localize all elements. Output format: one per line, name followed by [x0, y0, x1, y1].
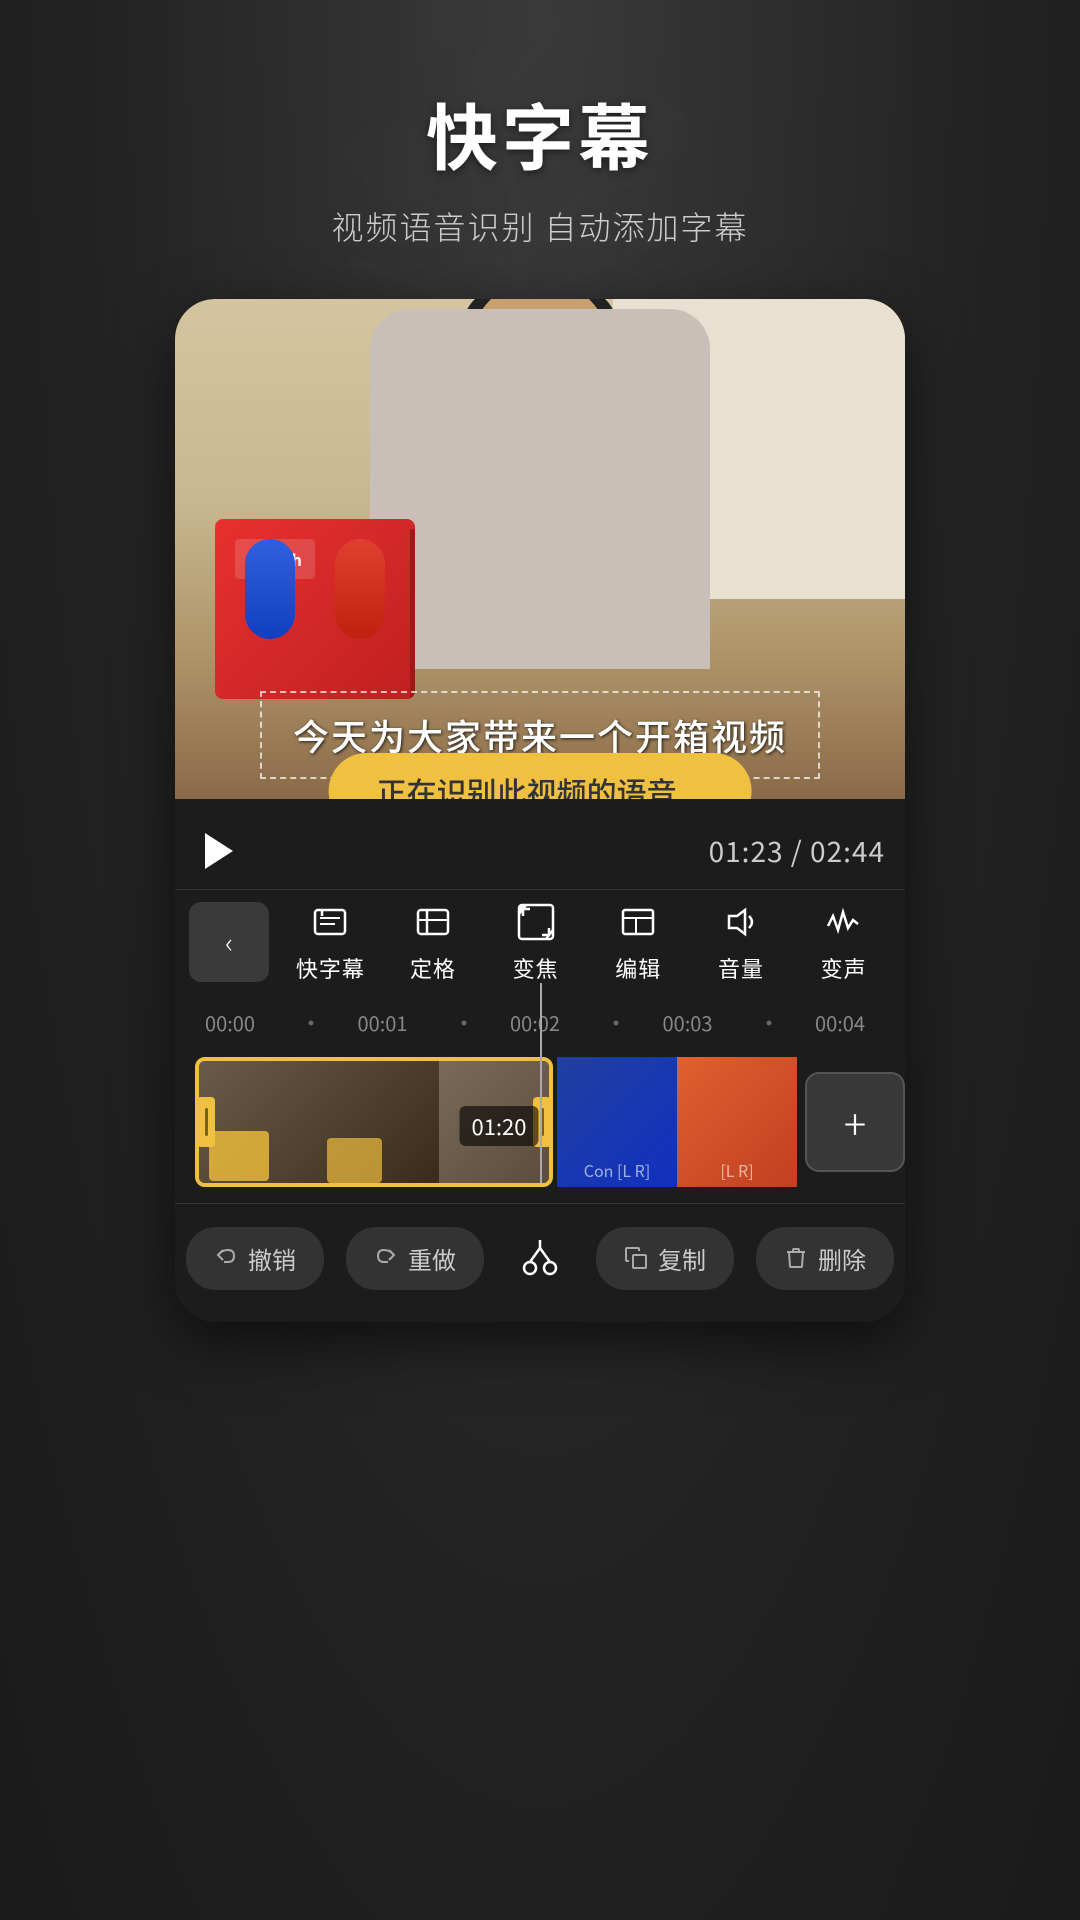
video-preview: Switch 今天为大家带来一个开箱视频 正在识别此视频的语音... — [175, 299, 905, 799]
back-icon: ‹ — [225, 922, 233, 962]
play-button[interactable] — [195, 829, 239, 873]
toolbar-item-volume[interactable]: 音量 — [701, 900, 781, 984]
controls-bar: 01:23 / 02:44 — [175, 799, 905, 889]
tick-3: 00:03 — [663, 1008, 723, 1037]
page-subtitle: 视频语音识别 自动添加字幕 — [331, 203, 748, 249]
toolbar-item-edit[interactable]: 编辑 — [598, 900, 678, 984]
freeze-icon — [411, 900, 455, 944]
timeline-bar: 00:00 00:01 00:02 00:03 00:04 — [175, 994, 905, 1047]
selected-clip[interactable]: 01:20 — [195, 1057, 553, 1187]
tick-0: 00:00 — [205, 1008, 265, 1037]
tick-1: 00:01 — [358, 1008, 418, 1037]
film-thumb-2 — [319, 1061, 439, 1187]
film-thumb-4: Con [L R] — [557, 1057, 677, 1187]
edit-icon — [616, 900, 660, 944]
time-display: 01:23 / 02:44 — [709, 831, 885, 871]
undo-button[interactable]: 撤销 — [186, 1227, 324, 1290]
voice-label: 变声 — [821, 952, 867, 984]
undo-icon — [214, 1246, 238, 1270]
timestamp-badge: 01:20 — [460, 1106, 539, 1146]
scissors-icon — [516, 1234, 564, 1282]
zoom-label: 变焦 — [513, 952, 559, 984]
freeze-label: 定格 — [410, 952, 456, 984]
film-thumb-3: 01:20 — [439, 1061, 553, 1187]
phone-frame: Switch 今天为大家带来一个开箱视频 正在识别此视频的语音... — [175, 299, 905, 1322]
recognition-text: 正在识别此视频的语音... — [377, 769, 704, 799]
plus-icon: + — [844, 1092, 866, 1153]
redo-label: 重做 — [408, 1241, 456, 1276]
back-button[interactable]: ‹ — [189, 902, 269, 982]
play-icon — [205, 833, 233, 869]
film-thumb-5: [L R] — [677, 1057, 797, 1187]
volume-icon — [719, 900, 763, 944]
toolbar-item-voice[interactable]: 变声 — [804, 900, 884, 984]
zoom-icon — [514, 900, 558, 944]
captions-icon — [308, 900, 352, 944]
add-clip-button[interactable]: + — [805, 1072, 905, 1172]
header-section: 快字幕 视频语音识别 自动添加字幕 — [331, 0, 748, 249]
delete-icon — [784, 1246, 808, 1270]
page-title: 快字幕 — [331, 80, 748, 185]
toolbar-item-freeze[interactable]: 定格 — [393, 900, 473, 984]
toolbar: ‹ 快字幕 定格 — [175, 889, 905, 994]
delete-label: 删除 — [818, 1241, 866, 1276]
recognition-pill: 正在识别此视频的语音... — [329, 753, 752, 799]
delete-button[interactable]: 删除 — [756, 1227, 894, 1290]
captions-label: 快字幕 — [296, 952, 365, 984]
clip-handle-left[interactable] — [197, 1097, 215, 1147]
filmstrip-right: Con [L R] [L R] — [557, 1057, 797, 1187]
volume-label: 音量 — [718, 952, 764, 984]
bottom-toolbar: 撤销 重做 — [175, 1203, 905, 1322]
edit-label: 编辑 — [615, 952, 661, 984]
redo-button[interactable]: 重做 — [346, 1227, 484, 1290]
toolbar-item-captions[interactable]: 快字幕 — [290, 900, 370, 984]
undo-label: 撤销 — [248, 1241, 296, 1276]
copy-icon — [624, 1246, 648, 1270]
toolbar-items: 快字幕 定格 变焦 — [269, 900, 905, 984]
copy-button[interactable]: 复制 — [596, 1227, 734, 1290]
tick-4: 00:04 — [815, 1008, 875, 1037]
redo-icon — [374, 1246, 398, 1270]
film-thumb-1 — [199, 1061, 319, 1187]
toolbar-item-zoom[interactable]: 变焦 — [496, 900, 576, 984]
voice-icon — [822, 900, 866, 944]
scissors-button[interactable] — [506, 1224, 574, 1292]
copy-label: 复制 — [658, 1241, 706, 1276]
